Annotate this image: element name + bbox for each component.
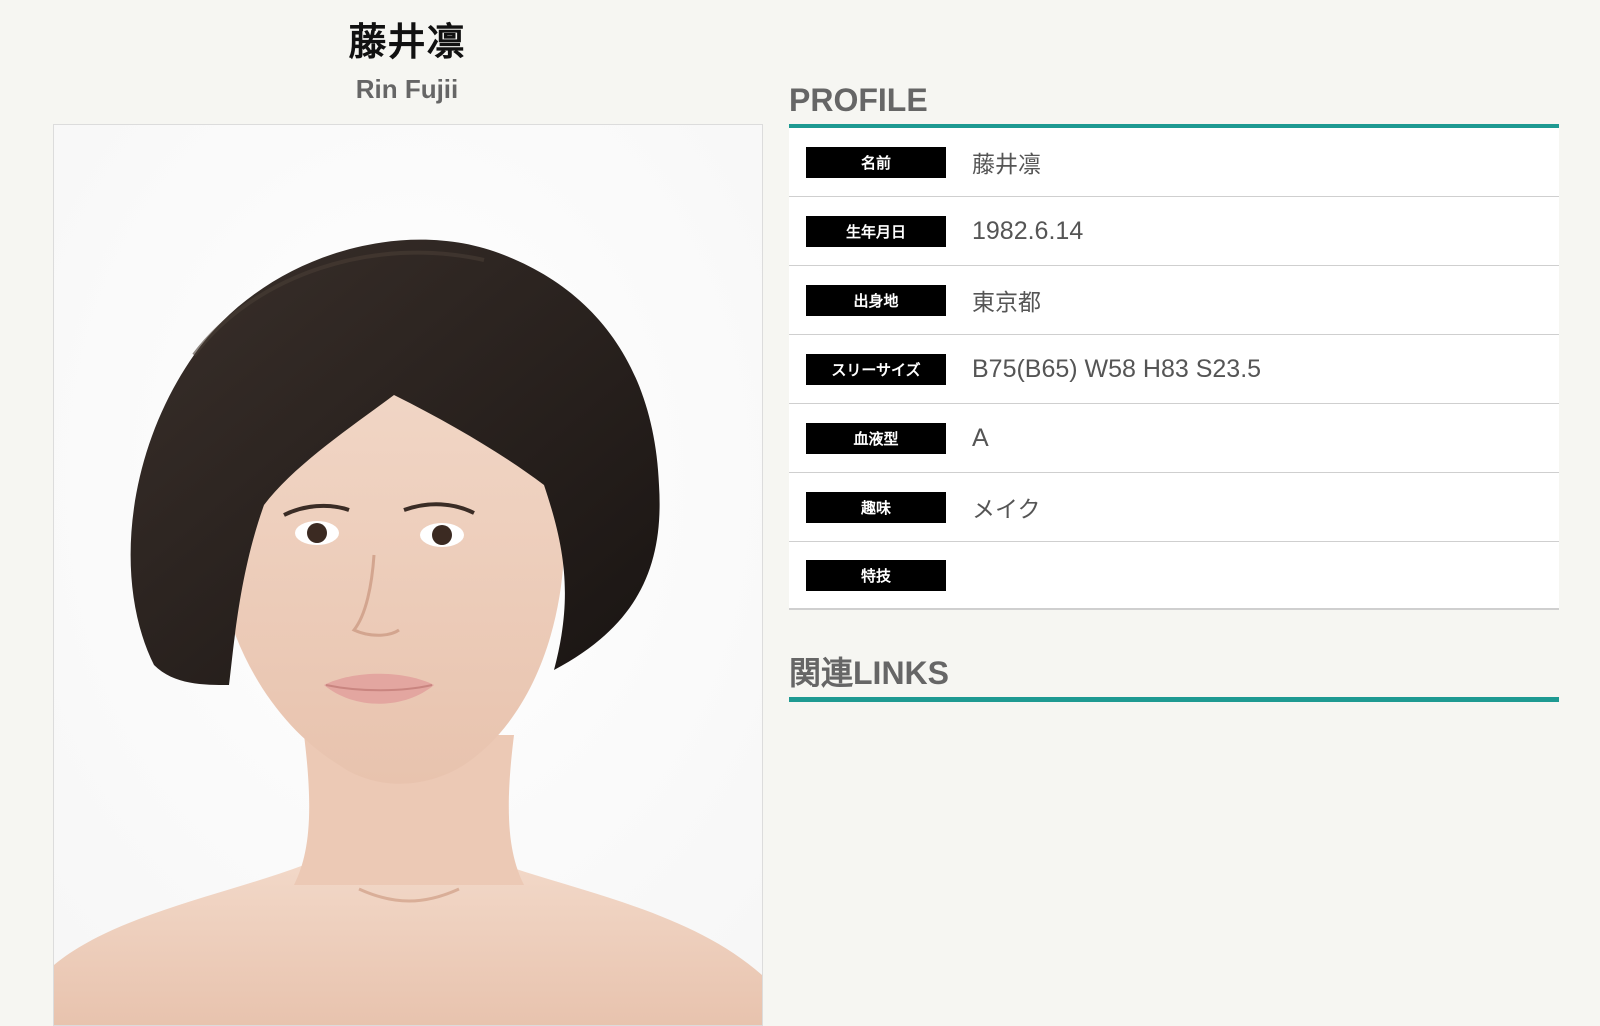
- profile-table: 名前 藤井凛 生年月日 1982.6.14 出身地 東京都 スリーサイズ B75…: [789, 128, 1559, 610]
- profile-row-measurements: スリーサイズ B75(B65) W58 H83 S23.5: [789, 335, 1559, 404]
- profile-value-birthdate: 1982.6.14: [972, 216, 1084, 245]
- profile-row-name: 名前 藤井凛: [789, 128, 1559, 197]
- profile-section-title: PROFILE: [789, 82, 928, 118]
- portrait-photo-icon: [54, 125, 762, 1025]
- name-header: 藤井凛 Rin Fujii: [53, 14, 761, 106]
- profile-row-blood-type: 血液型 A: [789, 404, 1559, 473]
- name-japanese: 藤井凛: [348, 20, 466, 64]
- profile-value-measurements: B75(B65) W58 H83 S23.5: [972, 354, 1262, 383]
- profile-row-hobby: 趣味 メイク: [789, 473, 1559, 542]
- profile-row-birthplace: 出身地 東京都: [789, 266, 1559, 335]
- profile-value-hobby: メイク: [972, 497, 1041, 523]
- profile-label-measurements: スリーサイズ: [806, 353, 946, 385]
- profile-label-hobby: 趣味: [806, 491, 946, 523]
- links-section-rule: [789, 697, 1559, 702]
- profile-row-birthdate: 生年月日 1982.6.14: [789, 197, 1559, 266]
- profile-row-skill: 特技: [789, 542, 1559, 610]
- profile-value-birthplace: 東京都: [972, 290, 1041, 316]
- profile-value-blood-type: A: [972, 423, 989, 452]
- profile-label-birthdate: 生年月日: [806, 215, 946, 247]
- profile-value-name: 藤井凛: [972, 152, 1041, 178]
- profile-label-birthplace: 出身地: [806, 284, 946, 316]
- links-section-title: 関連LINKS: [789, 655, 950, 691]
- profile-label-name: 名前: [806, 146, 946, 178]
- profile-photo: [53, 124, 763, 1026]
- name-english: Rin Fujii: [355, 74, 459, 104]
- profile-label-skill: 特技: [806, 559, 946, 591]
- profile-label-blood-type: 血液型: [806, 422, 946, 454]
